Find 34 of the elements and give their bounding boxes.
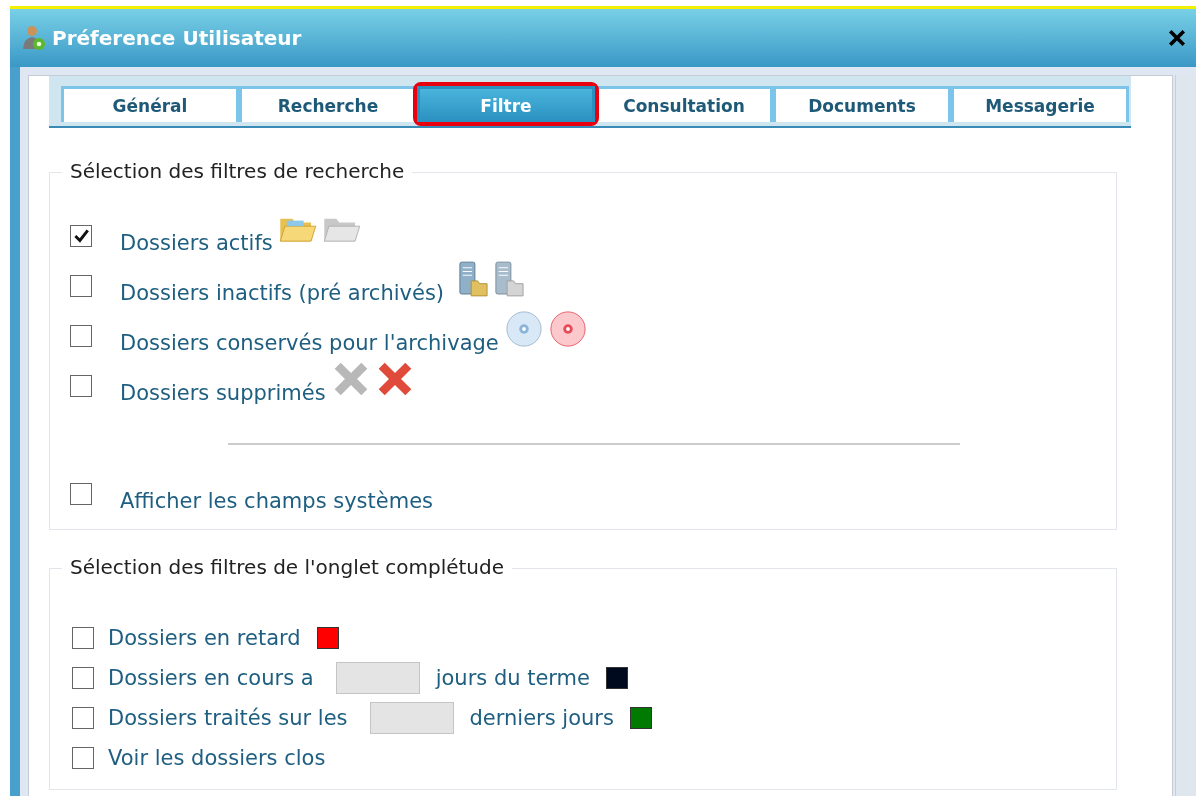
checkbox-label[interactable]: Dossiers conservés pour l'archivage (120, 331, 499, 355)
tab[interactable]: Messagerie (951, 86, 1129, 122)
checkbox[interactable] (72, 707, 94, 729)
checkbox[interactable] (72, 667, 94, 689)
checkbox-label[interactable]: Dossiers inactifs (pré archivés) (120, 281, 445, 305)
checkbox[interactable] (70, 325, 92, 347)
field-suffix: jours du terme (435, 666, 590, 690)
field-suffix: derniers jours (469, 706, 614, 730)
server-folder-icon (494, 260, 525, 298)
scrollbar[interactable] (1175, 75, 1196, 796)
checkbox-label[interactable]: Dossiers supprimés (120, 381, 326, 405)
tab[interactable]: Documents (773, 86, 951, 122)
disc-icon (548, 310, 587, 348)
checkbox[interactable] (70, 483, 92, 505)
user-settings-icon (22, 25, 46, 51)
checkbox[interactable] (70, 275, 92, 297)
checkbox[interactable] (72, 627, 94, 649)
tab[interactable]: Général (61, 86, 239, 122)
checkbox-label[interactable]: Dossiers actifs (120, 231, 273, 255)
group-legend: Sélection des filtres de l'onglet complétude (62, 555, 513, 579)
window-title: Préference Utilisateur (52, 26, 303, 50)
days-input-field[interactable] (335, 662, 420, 694)
checkbox[interactable] (70, 375, 92, 397)
disc-icon (504, 310, 543, 348)
close-button[interactable] (1166, 27, 1188, 49)
checkbox-label[interactable]: Afficher les champs systèmes (120, 489, 434, 513)
days-input-field[interactable] (369, 702, 454, 734)
checkbox-label[interactable]: Voir les dossiers clos (108, 746, 326, 770)
checkbox-label[interactable]: Dossiers en retard (108, 626, 301, 650)
checkbox[interactable] (70, 225, 92, 247)
checkbox[interactable] (72, 747, 94, 769)
server-folder-icon (458, 260, 489, 298)
checkbox-label[interactable]: Dossiers traités sur les (108, 706, 348, 730)
checkbox-label[interactable]: Dossiers en cours a (108, 666, 314, 690)
